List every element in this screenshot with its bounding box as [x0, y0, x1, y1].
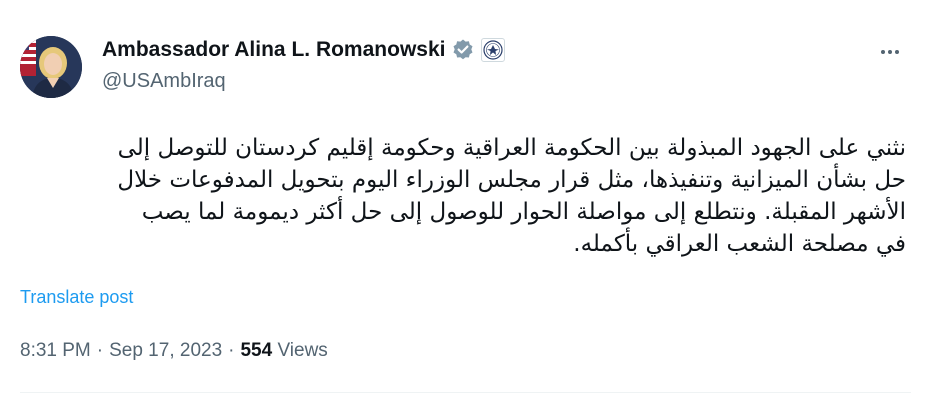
more-dot-icon: [888, 50, 892, 54]
post-date[interactable]: Sep 17, 2023: [109, 340, 222, 362]
post-text-line: في مصلحة الشعب العراقي بأكمله.: [573, 231, 906, 257]
divider: [20, 392, 911, 393]
translate-post-link[interactable]: Translate post: [20, 287, 133, 308]
meta-separator: ·: [96, 340, 104, 361]
more-dot-icon: [881, 50, 885, 54]
post-text-line: حل بشأن الميزانية وتنفيذها، مثل قرار مجل…: [117, 167, 906, 193]
us-seal-icon[interactable]: [481, 38, 506, 62]
views[interactable]: 554 Views: [240, 340, 327, 362]
author-display-name[interactable]: Ambassador Alina L. Romanowski: [102, 38, 445, 62]
more-options-button[interactable]: [875, 40, 905, 64]
post-text-line: الأشهر المقبلة. ونتطلع إلى مواصلة الحوار…: [141, 199, 906, 225]
post-time[interactable]: 8:31 PM: [20, 340, 91, 362]
post-meta: 8:31 PM · Sep 17, 2023 · 554 Views: [20, 340, 328, 362]
views-count: 554: [240, 340, 273, 361]
verified-badge-icon[interactable]: [451, 38, 475, 62]
views-label: Views: [277, 340, 328, 361]
avatar[interactable]: [20, 36, 82, 98]
author-handle[interactable]: @USAmbIraq: [102, 70, 226, 93]
author-name-row: Ambassador Alina L. Romanowski: [102, 36, 506, 64]
post-text-line: نثني على الجهود المبذولة بين الحكومة الع…: [117, 135, 906, 161]
post-card: Ambassador Alina L. Romanowski @USAmbIra…: [0, 0, 931, 412]
meta-separator: ·: [228, 340, 235, 361]
more-dot-icon: [895, 50, 899, 54]
post-text: نثني على الجهود المبذولة بين الحكومة الع…: [20, 132, 906, 260]
